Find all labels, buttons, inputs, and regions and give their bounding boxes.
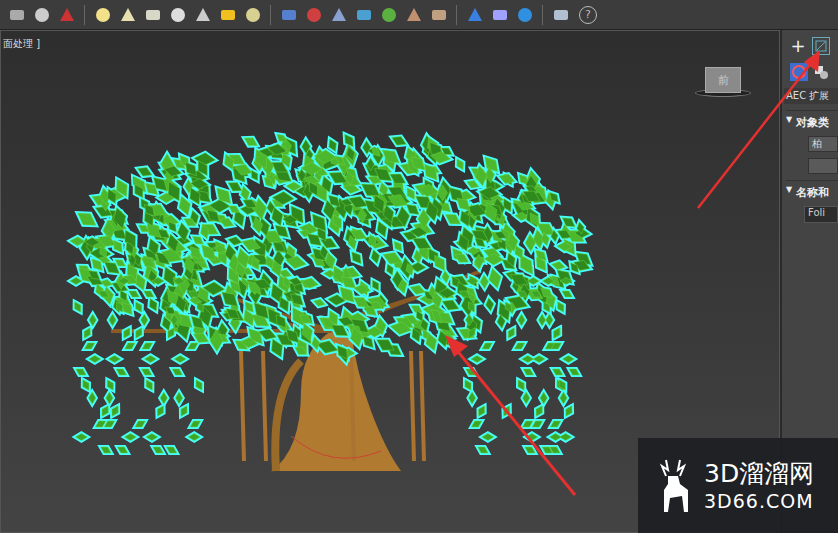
toolbar-tool-icon[interactable] [428, 4, 449, 25]
toolbar-tool-icon[interactable] [303, 4, 324, 25]
name-field[interactable]: Foli [804, 206, 838, 223]
toolbar-separator [270, 5, 271, 25]
rollout: ▼名称和 Foli [786, 180, 838, 223]
toolbar-tool-icon[interactable] [6, 4, 27, 25]
toolbar-tool-icon[interactable] [117, 4, 138, 25]
toolbar-tool-icon[interactable] [142, 4, 163, 25]
shapes-icon[interactable] [814, 65, 828, 79]
viewport-label[interactable]: 面处理 ] [3, 37, 40, 51]
object-type-button[interactable]: 柏 [808, 136, 838, 152]
rollout-header[interactable]: ▼名称和 [786, 185, 838, 200]
toolbar-tool-icon[interactable] [328, 4, 349, 25]
toolbar-separator [456, 5, 457, 25]
watermark-subtitle: 3D66.COM [704, 489, 814, 513]
toolbar-tool-icon[interactable] [378, 4, 399, 25]
category-dropdown[interactable]: AEC 扩展 [784, 88, 838, 104]
geometry-icon[interactable] [790, 63, 808, 81]
modify-icon[interactable] [812, 37, 830, 55]
rollout: ▼对象类柏 [786, 110, 838, 174]
toolbar-tool-icon[interactable] [192, 4, 213, 25]
toolbar-tool-icon[interactable] [550, 4, 571, 25]
toolbar-tool-icon[interactable] [31, 4, 52, 25]
toolbar-tool-icon[interactable] [217, 4, 238, 25]
toolbar-tool-icon[interactable] [353, 4, 374, 25]
toolbar-tool-icon[interactable] [167, 4, 188, 25]
rollout-header[interactable]: ▼对象类 [786, 115, 838, 130]
toolbar-tool-icon[interactable] [278, 4, 299, 25]
help-icon[interactable]: ? [579, 6, 597, 24]
toolbar-tool-icon[interactable] [489, 4, 510, 25]
toolbar-separator [84, 5, 85, 25]
watermark-title: 3D溜溜网 [704, 459, 814, 489]
toolbar-tool-icon[interactable] [56, 4, 77, 25]
main-toolbar: ? [0, 0, 838, 30]
deer-logo-icon [648, 456, 698, 516]
toolbar-tool-icon[interactable] [242, 4, 263, 25]
toolbar-tool-icon[interactable] [514, 4, 535, 25]
create-button[interactable]: + [790, 36, 806, 56]
watermark: 3D溜溜网3D66.COM [638, 438, 838, 533]
viewcube[interactable]: 前 [705, 67, 741, 93]
toolbar-tool-icon[interactable] [464, 4, 485, 25]
toolbar-separator [542, 5, 543, 25]
object-type-button[interactable] [808, 158, 838, 174]
toolbar-tool-icon[interactable] [403, 4, 424, 25]
toolbar-tool-icon[interactable] [92, 4, 113, 25]
app-window: ? 面处理 ] 前 + AEC 扩展 ▼对象类柏 ▼名称和 Foli 3D溜溜网3D66.COM [0, 0, 838, 533]
